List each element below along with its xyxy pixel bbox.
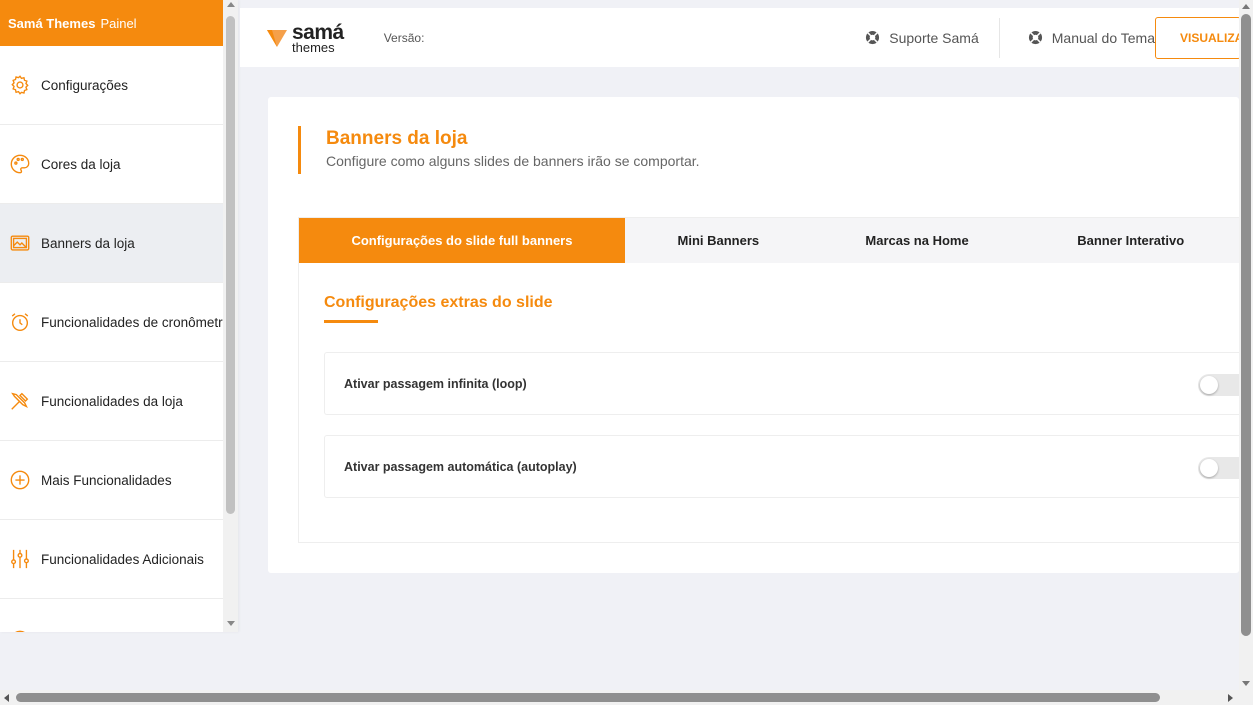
autoplay-toggle[interactable] <box>1198 457 1240 479</box>
page-subtitle: Configure como alguns slides de banners … <box>326 153 700 169</box>
visualize-button[interactable]: VISUALIZAR <box>1155 16 1241 59</box>
section-header: Banners da loja Configure como alguns sl… <box>298 126 700 174</box>
sidebar-item-label: Banners da loja <box>41 235 135 251</box>
main-card: Banners da loja Configure como alguns sl… <box>268 97 1240 573</box>
top-bar: samá themes Versão: Suporte Samá Manual … <box>240 8 1241 67</box>
image-icon <box>9 232 31 254</box>
tab-panel: Configurações do slide full banners Mini… <box>298 217 1240 543</box>
sidebar-item-label: Funcionalidades de cronômetro <box>41 314 223 330</box>
scroll-left-arrow-icon[interactable] <box>4 694 9 702</box>
scroll-down-arrow-icon[interactable] <box>1242 681 1250 686</box>
palette-icon <box>9 153 31 175</box>
manual-link-label: Manual do Tema <box>1051 29 1155 46</box>
sidebar-scroll-thumb[interactable] <box>226 16 235 514</box>
option-row-autoplay: Ativar passagem automática (autoplay) <box>324 435 1240 498</box>
sidebar-item-mais-funcionalidades[interactable]: Mais Funcionalidades <box>0 441 223 520</box>
sidebar-item-funcionalidades-loja[interactable]: Funcionalidades da loja <box>0 362 223 441</box>
sidebar-list: Configurações Cores da loja Banners da l… <box>0 46 223 632</box>
option-row-loop: Ativar passagem infinita (loop) <box>324 352 1240 415</box>
tab-banner-interativo[interactable]: Banner Interativo <box>1022 218 1239 263</box>
tab-marcas-home[interactable]: Marcas na Home <box>812 218 1023 263</box>
page-horizontal-scrollbar[interactable] <box>0 690 1253 705</box>
support-link-label: Suporte Samá <box>889 29 979 46</box>
option-label-loop: Ativar passagem infinita (loop) <box>344 376 527 391</box>
scroll-up-arrow-icon[interactable] <box>227 2 235 7</box>
logo-text: samá themes <box>292 22 344 54</box>
sidebar-item-partial[interactable] <box>0 599 223 632</box>
scroll-right-arrow-icon[interactable] <box>1228 694 1233 702</box>
sidebar-item-configuracoes[interactable]: Configurações <box>0 46 223 125</box>
gear-icon <box>9 74 31 96</box>
option-label-autoplay: Ativar passagem automática (autoplay) <box>344 459 577 474</box>
lifebuoy-icon <box>866 30 880 45</box>
sliders-icon <box>9 548 31 570</box>
sidebar-item-cronometro[interactable]: Funcionalidades de cronômetro <box>0 283 223 362</box>
extras-underline <box>324 320 378 323</box>
sidebar-item-label: Configurações <box>41 77 129 93</box>
page-title: Banners da loja <box>326 128 468 149</box>
alarm-clock-icon <box>9 311 31 333</box>
toggle-knob <box>1200 459 1218 477</box>
sidebar-header-label: Painel <box>100 15 137 31</box>
sidebar-item-label: Mais Funcionalidades <box>41 472 172 488</box>
manual-link[interactable]: Manual do Tema <box>1000 18 1155 58</box>
sidebar-item-label: Cores da loja <box>41 156 121 172</box>
tools-icon <box>9 390 31 412</box>
sidebar-item-banners[interactable]: Banners da loja <box>0 204 223 283</box>
sidebar-item-label: Funcionalidades da loja <box>41 393 183 409</box>
plus-circle-icon <box>9 469 31 491</box>
lifebuoy-icon <box>1028 30 1042 45</box>
sidebar: Samá Themes Painel Configurações Cores d… <box>0 0 238 632</box>
scroll-down-arrow-icon[interactable] <box>227 621 235 626</box>
toggle-knob <box>1200 376 1218 394</box>
tab-full-banners[interactable]: Configurações do slide full banners <box>299 218 625 263</box>
sidebar-item-funcionalidades-adicionais[interactable]: Funcionalidades Adicionais <box>0 520 223 599</box>
page-horizontal-scroll-thumb[interactable] <box>16 693 1160 702</box>
support-link[interactable]: Suporte Samá <box>845 17 1000 58</box>
tab-mini-banners[interactable]: Mini Banners <box>625 218 812 263</box>
version-label: Versão: <box>383 30 425 45</box>
sidebar-header: Samá Themes Painel <box>0 0 223 46</box>
sidebar-item-label: Funcionalidades Adicionais <box>41 551 204 567</box>
extras-title: Configurações extras do slide <box>324 294 553 311</box>
circle-icon <box>9 629 31 632</box>
sidebar-brand: Samá Themes <box>8 15 96 31</box>
top-right-actions: Suporte Samá Manual do Tema VISUALIZAR <box>845 8 1241 67</box>
logo-mark-icon <box>267 29 287 47</box>
logo[interactable]: samá themes <box>266 22 344 54</box>
sidebar-item-cores[interactable]: Cores da loja <box>0 125 223 204</box>
page-vertical-scroll-thumb[interactable] <box>1241 14 1251 636</box>
tab-bar: Configurações do slide full banners Mini… <box>299 218 1239 263</box>
sidebar-scrollbar[interactable] <box>223 0 238 632</box>
loop-toggle[interactable] <box>1198 374 1240 396</box>
page-vertical-scrollbar[interactable] <box>1239 0 1253 690</box>
scroll-up-arrow-icon[interactable] <box>1242 4 1250 9</box>
